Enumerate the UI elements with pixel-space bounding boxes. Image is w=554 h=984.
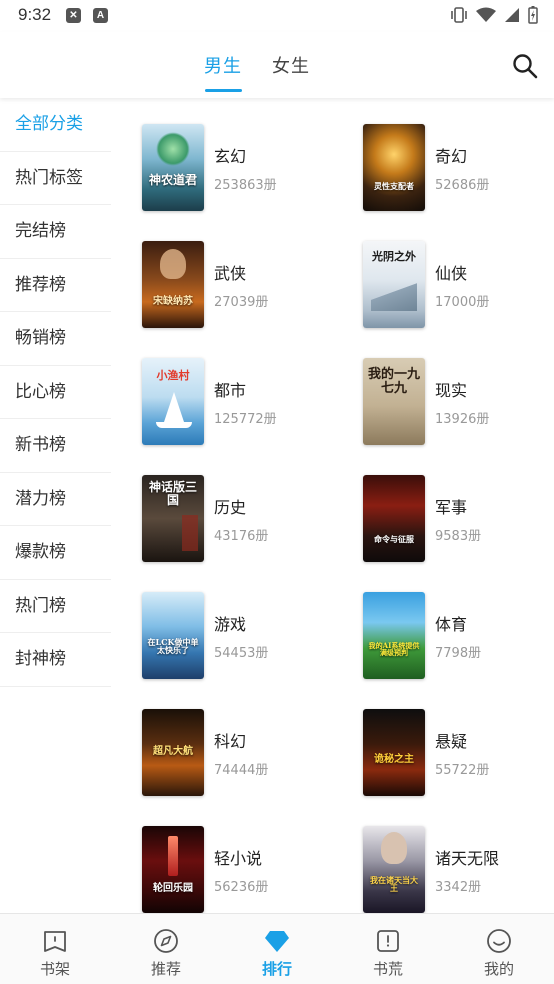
book-cover: 超凡大航 bbox=[142, 709, 204, 796]
category-count: 74444册 bbox=[214, 763, 269, 778]
category-sidebar: 全部分类 热门标签 完结榜 推荐榜 畅销榜 比心榜 新书榜 潜力榜 爆款榜 热门… bbox=[0, 98, 111, 687]
book-cover: 我的AI系统提供满级预判 bbox=[363, 592, 425, 679]
category-dushi[interactable]: 小渔村 都市 125772册 bbox=[142, 358, 332, 448]
category-tiyu[interactable]: 我的AI系统提供满级预判 体育 7798册 bbox=[363, 592, 553, 682]
sidebar-item-hot[interactable]: 热门榜 bbox=[0, 580, 111, 633]
book-cover: 在LCK做中单太快乐了 bbox=[142, 592, 204, 679]
sidebar-item-new-books[interactable]: 新书榜 bbox=[0, 419, 111, 473]
category-name: 仙侠 bbox=[435, 264, 468, 283]
bookshelf-icon bbox=[44, 931, 66, 952]
book-cover: 轮回乐园 bbox=[142, 826, 204, 913]
category-xuanhuan[interactable]: 神农道君 玄幻 253863册 bbox=[142, 124, 332, 214]
sidebar-item-fengshen[interactable]: 封神榜 bbox=[0, 633, 111, 687]
sidebar-item-all-categories[interactable]: 全部分类 bbox=[0, 98, 111, 152]
category-name: 诸天无限 bbox=[435, 849, 500, 868]
category-name: 奇幻 bbox=[435, 147, 468, 166]
book-cover: 宋缺纳苏 bbox=[142, 241, 204, 328]
signal-icon bbox=[505, 8, 519, 22]
category-name: 现实 bbox=[435, 381, 468, 400]
category-kehuan[interactable]: 超凡大航 科幻 74444册 bbox=[142, 709, 332, 799]
diamond-icon bbox=[265, 931, 289, 952]
category-wuxia[interactable]: 宋缺纳苏 武侠 27039册 bbox=[142, 241, 332, 331]
sidebar-item-viral[interactable]: 爆款榜 bbox=[0, 526, 111, 580]
book-cover: 神农道君 bbox=[142, 124, 204, 211]
tab-indicator bbox=[205, 89, 242, 92]
bottom-nav: 书架 推荐 排行 书荒 我的 bbox=[0, 913, 554, 984]
category-count: 125772册 bbox=[214, 412, 277, 427]
battery-charging-icon bbox=[528, 6, 538, 24]
nav-mine[interactable]: 我的 bbox=[444, 914, 554, 984]
category-count: 13926册 bbox=[435, 412, 490, 427]
category-xianshi[interactable]: 我的一九七九 现实 13926册 bbox=[363, 358, 553, 448]
category-count: 17000册 bbox=[435, 295, 490, 310]
nav-ranking[interactable]: 排行 bbox=[222, 914, 332, 984]
smile-icon bbox=[487, 929, 511, 953]
nav-bookshelf[interactable]: 书架 bbox=[0, 914, 110, 984]
search-button[interactable] bbox=[511, 52, 539, 80]
category-xuanyi[interactable]: 诡秘之主 悬疑 55722册 bbox=[363, 709, 553, 799]
category-count: 56236册 bbox=[214, 880, 269, 895]
sidebar-item-hot-tags[interactable]: 热门标签 bbox=[0, 152, 111, 205]
wifi-icon bbox=[476, 7, 496, 22]
font-a-icon: A bbox=[93, 8, 108, 23]
category-youxi[interactable]: 在LCK做中单太快乐了 游戏 54453册 bbox=[142, 592, 332, 682]
book-cover: 小渔村 bbox=[142, 358, 204, 445]
book-cover: 神话版三国 bbox=[142, 475, 204, 562]
book-alert-icon bbox=[377, 930, 399, 952]
status-bar: 9:32 ✕ A bbox=[0, 0, 554, 32]
book-cover: 灵性支配者 bbox=[363, 124, 425, 211]
category-zhutianwuxian[interactable]: 我在诸天当大王 诸天无限 3342册 bbox=[363, 826, 553, 913]
status-right bbox=[450, 5, 538, 25]
vibrate-icon bbox=[451, 7, 467, 23]
category-count: 55722册 bbox=[435, 763, 490, 778]
sidebar-item-recommended[interactable]: 推荐榜 bbox=[0, 259, 111, 312]
category-qingxiaoshuo[interactable]: 轮回乐园 轻小说 56236册 bbox=[142, 826, 332, 913]
sidebar-item-potential[interactable]: 潜力榜 bbox=[0, 473, 111, 526]
category-name: 军事 bbox=[435, 498, 468, 517]
category-count: 3342册 bbox=[435, 880, 482, 895]
shield-x-icon: ✕ bbox=[66, 8, 81, 23]
book-cover: 命令与征服 bbox=[363, 475, 425, 562]
category-count: 7798册 bbox=[435, 646, 482, 661]
category-count: 9583册 bbox=[435, 529, 482, 544]
category-name: 都市 bbox=[214, 381, 247, 400]
category-qihuan[interactable]: 灵性支配者 奇幻 52686册 bbox=[363, 124, 553, 214]
book-cover: 我在诸天当大王 bbox=[363, 826, 425, 913]
category-count: 43176册 bbox=[214, 529, 269, 544]
category-count: 253863册 bbox=[214, 178, 277, 193]
category-name: 悬疑 bbox=[435, 732, 468, 751]
top-tab-bar: 男生 女生 bbox=[0, 32, 554, 98]
status-time: 9:32 bbox=[18, 5, 52, 24]
category-junshi[interactable]: 命令与征服 军事 9583册 bbox=[363, 475, 553, 565]
category-name: 玄幻 bbox=[214, 147, 247, 166]
category-name: 轻小说 bbox=[214, 849, 263, 868]
book-cover: 我的一九七九 bbox=[363, 358, 425, 445]
search-icon bbox=[513, 54, 538, 79]
sidebar-item-bestselling[interactable]: 畅销榜 bbox=[0, 312, 111, 366]
category-name: 科幻 bbox=[214, 732, 247, 751]
tab-male[interactable]: 男生 bbox=[204, 52, 242, 78]
compass-icon bbox=[154, 929, 178, 953]
sidebar-item-bixin[interactable]: 比心榜 bbox=[0, 366, 111, 419]
category-lishi[interactable]: 神话版三国 历史 43176册 bbox=[142, 475, 332, 565]
category-count: 52686册 bbox=[435, 178, 490, 193]
book-cover: 诡秘之主 bbox=[363, 709, 425, 796]
category-xianxia[interactable]: 光阴之外 仙侠 17000册 bbox=[363, 241, 553, 331]
category-count: 27039册 bbox=[214, 295, 269, 310]
category-name: 体育 bbox=[435, 615, 468, 634]
sidebar-item-completed[interactable]: 完结榜 bbox=[0, 205, 111, 259]
nav-book-shortage[interactable]: 书荒 bbox=[333, 914, 443, 984]
nav-recommend[interactable]: 推荐 bbox=[111, 914, 221, 984]
category-name: 历史 bbox=[214, 498, 247, 517]
tab-female[interactable]: 女生 bbox=[272, 52, 310, 78]
category-count: 54453册 bbox=[214, 646, 269, 661]
category-name: 游戏 bbox=[214, 615, 247, 634]
book-cover: 光阴之外 bbox=[363, 241, 425, 328]
category-name: 武侠 bbox=[214, 264, 247, 283]
